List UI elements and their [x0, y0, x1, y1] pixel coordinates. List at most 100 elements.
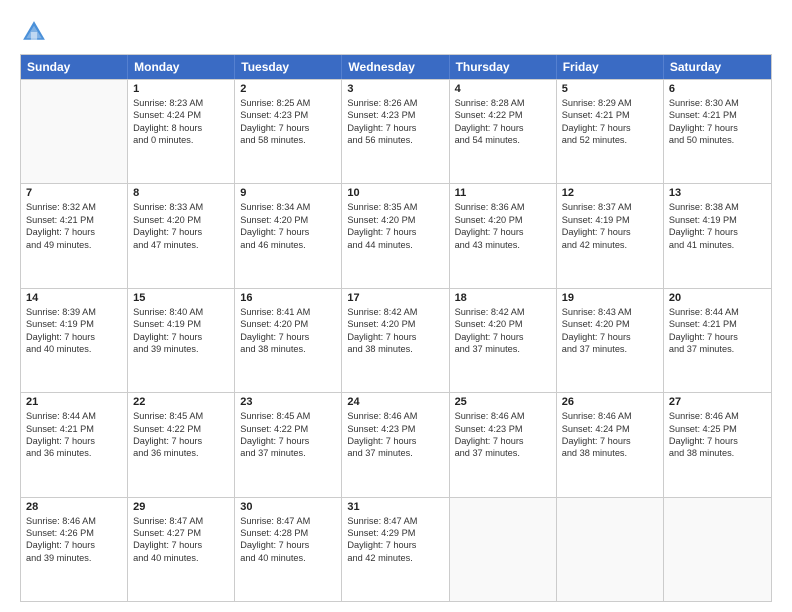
cell-line: and 37 minutes.: [347, 447, 443, 459]
cell-line: Sunset: 4:21 PM: [562, 109, 658, 121]
day-number: 30: [240, 501, 336, 513]
cell-line: and 41 minutes.: [669, 239, 766, 251]
cell-line: and 54 minutes.: [455, 134, 551, 146]
calendar-cell: 15Sunrise: 8:40 AMSunset: 4:19 PMDayligh…: [128, 289, 235, 392]
cell-line: and 49 minutes.: [26, 239, 122, 251]
cell-line: Daylight: 7 hours: [562, 226, 658, 238]
calendar-row: 14Sunrise: 8:39 AMSunset: 4:19 PMDayligh…: [21, 288, 771, 392]
cell-line: and 37 minutes.: [455, 343, 551, 355]
calendar-cell: 17Sunrise: 8:42 AMSunset: 4:20 PMDayligh…: [342, 289, 449, 392]
cell-line: and 37 minutes.: [240, 447, 336, 459]
day-number: 19: [562, 292, 658, 304]
cell-line: Sunset: 4:29 PM: [347, 527, 443, 539]
weekday-header: Monday: [128, 55, 235, 79]
day-number: 11: [455, 187, 551, 199]
cell-line: Sunrise: 8:43 AM: [562, 306, 658, 318]
day-number: 13: [669, 187, 766, 199]
cell-line: Sunset: 4:27 PM: [133, 527, 229, 539]
cell-line: Sunset: 4:23 PM: [455, 423, 551, 435]
cell-line: and 40 minutes.: [240, 552, 336, 564]
cell-line: Daylight: 7 hours: [455, 435, 551, 447]
header: [20, 18, 772, 46]
day-number: 22: [133, 396, 229, 408]
cell-line: and 47 minutes.: [133, 239, 229, 251]
calendar-cell: 22Sunrise: 8:45 AMSunset: 4:22 PMDayligh…: [128, 393, 235, 496]
weekday-header: Saturday: [664, 55, 771, 79]
cell-line: Daylight: 7 hours: [240, 435, 336, 447]
day-number: 18: [455, 292, 551, 304]
cell-line: Sunrise: 8:47 AM: [240, 515, 336, 527]
cell-line: Daylight: 7 hours: [26, 435, 122, 447]
calendar-cell: 1Sunrise: 8:23 AMSunset: 4:24 PMDaylight…: [128, 80, 235, 183]
calendar: SundayMondayTuesdayWednesdayThursdayFrid…: [20, 54, 772, 602]
cell-line: Sunset: 4:20 PM: [455, 214, 551, 226]
cell-line: Daylight: 7 hours: [133, 226, 229, 238]
cell-line: Sunset: 4:22 PM: [133, 423, 229, 435]
cell-line: Daylight: 7 hours: [562, 122, 658, 134]
cell-line: and 38 minutes.: [347, 343, 443, 355]
cell-line: Sunrise: 8:29 AM: [562, 97, 658, 109]
calendar-cell: 10Sunrise: 8:35 AMSunset: 4:20 PMDayligh…: [342, 184, 449, 287]
cell-line: Daylight: 7 hours: [240, 122, 336, 134]
calendar-cell: [21, 80, 128, 183]
cell-line: and 40 minutes.: [26, 343, 122, 355]
calendar-cell: 5Sunrise: 8:29 AMSunset: 4:21 PMDaylight…: [557, 80, 664, 183]
cell-line: Sunrise: 8:46 AM: [26, 515, 122, 527]
calendar-cell: 23Sunrise: 8:45 AMSunset: 4:22 PMDayligh…: [235, 393, 342, 496]
cell-line: and 40 minutes.: [133, 552, 229, 564]
logo: [20, 18, 52, 46]
day-number: 27: [669, 396, 766, 408]
cell-line: Sunset: 4:20 PM: [347, 318, 443, 330]
cell-line: Daylight: 7 hours: [240, 331, 336, 343]
cell-line: Sunrise: 8:46 AM: [669, 410, 766, 422]
calendar-cell: 31Sunrise: 8:47 AMSunset: 4:29 PMDayligh…: [342, 498, 449, 601]
calendar-cell: 7Sunrise: 8:32 AMSunset: 4:21 PMDaylight…: [21, 184, 128, 287]
cell-line: Daylight: 7 hours: [240, 539, 336, 551]
cell-line: Sunrise: 8:33 AM: [133, 201, 229, 213]
cell-line: Sunrise: 8:46 AM: [562, 410, 658, 422]
cell-line: Daylight: 7 hours: [133, 539, 229, 551]
day-number: 20: [669, 292, 766, 304]
cell-line: Daylight: 7 hours: [240, 226, 336, 238]
cell-line: Daylight: 7 hours: [455, 122, 551, 134]
cell-line: Sunset: 4:24 PM: [562, 423, 658, 435]
calendar-cell: 25Sunrise: 8:46 AMSunset: 4:23 PMDayligh…: [450, 393, 557, 496]
cell-line: Daylight: 7 hours: [669, 122, 766, 134]
day-number: 8: [133, 187, 229, 199]
calendar-cell: 12Sunrise: 8:37 AMSunset: 4:19 PMDayligh…: [557, 184, 664, 287]
cell-line: Sunrise: 8:26 AM: [347, 97, 443, 109]
cell-line: Sunrise: 8:38 AM: [669, 201, 766, 213]
calendar-cell: 4Sunrise: 8:28 AMSunset: 4:22 PMDaylight…: [450, 80, 557, 183]
calendar-cell: 19Sunrise: 8:43 AMSunset: 4:20 PMDayligh…: [557, 289, 664, 392]
cell-line: Sunset: 4:19 PM: [562, 214, 658, 226]
day-number: 2: [240, 83, 336, 95]
calendar-row: 21Sunrise: 8:44 AMSunset: 4:21 PMDayligh…: [21, 392, 771, 496]
logo-icon: [20, 18, 48, 46]
cell-line: and 37 minutes.: [455, 447, 551, 459]
cell-line: Sunset: 4:25 PM: [669, 423, 766, 435]
day-number: 31: [347, 501, 443, 513]
cell-line: Sunset: 4:21 PM: [669, 109, 766, 121]
cell-line: Sunset: 4:22 PM: [455, 109, 551, 121]
cell-line: Daylight: 7 hours: [133, 331, 229, 343]
calendar-cell: 28Sunrise: 8:46 AMSunset: 4:26 PMDayligh…: [21, 498, 128, 601]
cell-line: Daylight: 7 hours: [669, 331, 766, 343]
cell-line: Sunrise: 8:45 AM: [240, 410, 336, 422]
calendar-cell: 30Sunrise: 8:47 AMSunset: 4:28 PMDayligh…: [235, 498, 342, 601]
day-number: 1: [133, 83, 229, 95]
weekday-header: Thursday: [450, 55, 557, 79]
cell-line: and 50 minutes.: [669, 134, 766, 146]
cell-line: and 39 minutes.: [26, 552, 122, 564]
calendar-row: 28Sunrise: 8:46 AMSunset: 4:26 PMDayligh…: [21, 497, 771, 601]
cell-line: Daylight: 7 hours: [133, 435, 229, 447]
calendar-row: 7Sunrise: 8:32 AMSunset: 4:21 PMDaylight…: [21, 183, 771, 287]
calendar-row: 1Sunrise: 8:23 AMSunset: 4:24 PMDaylight…: [21, 79, 771, 183]
cell-line: Sunrise: 8:37 AM: [562, 201, 658, 213]
weekday-header: Tuesday: [235, 55, 342, 79]
calendar-cell: 14Sunrise: 8:39 AMSunset: 4:19 PMDayligh…: [21, 289, 128, 392]
cell-line: Sunrise: 8:40 AM: [133, 306, 229, 318]
calendar-cell: 16Sunrise: 8:41 AMSunset: 4:20 PMDayligh…: [235, 289, 342, 392]
cell-line: and 43 minutes.: [455, 239, 551, 251]
cell-line: and 38 minutes.: [240, 343, 336, 355]
cell-line: and 46 minutes.: [240, 239, 336, 251]
